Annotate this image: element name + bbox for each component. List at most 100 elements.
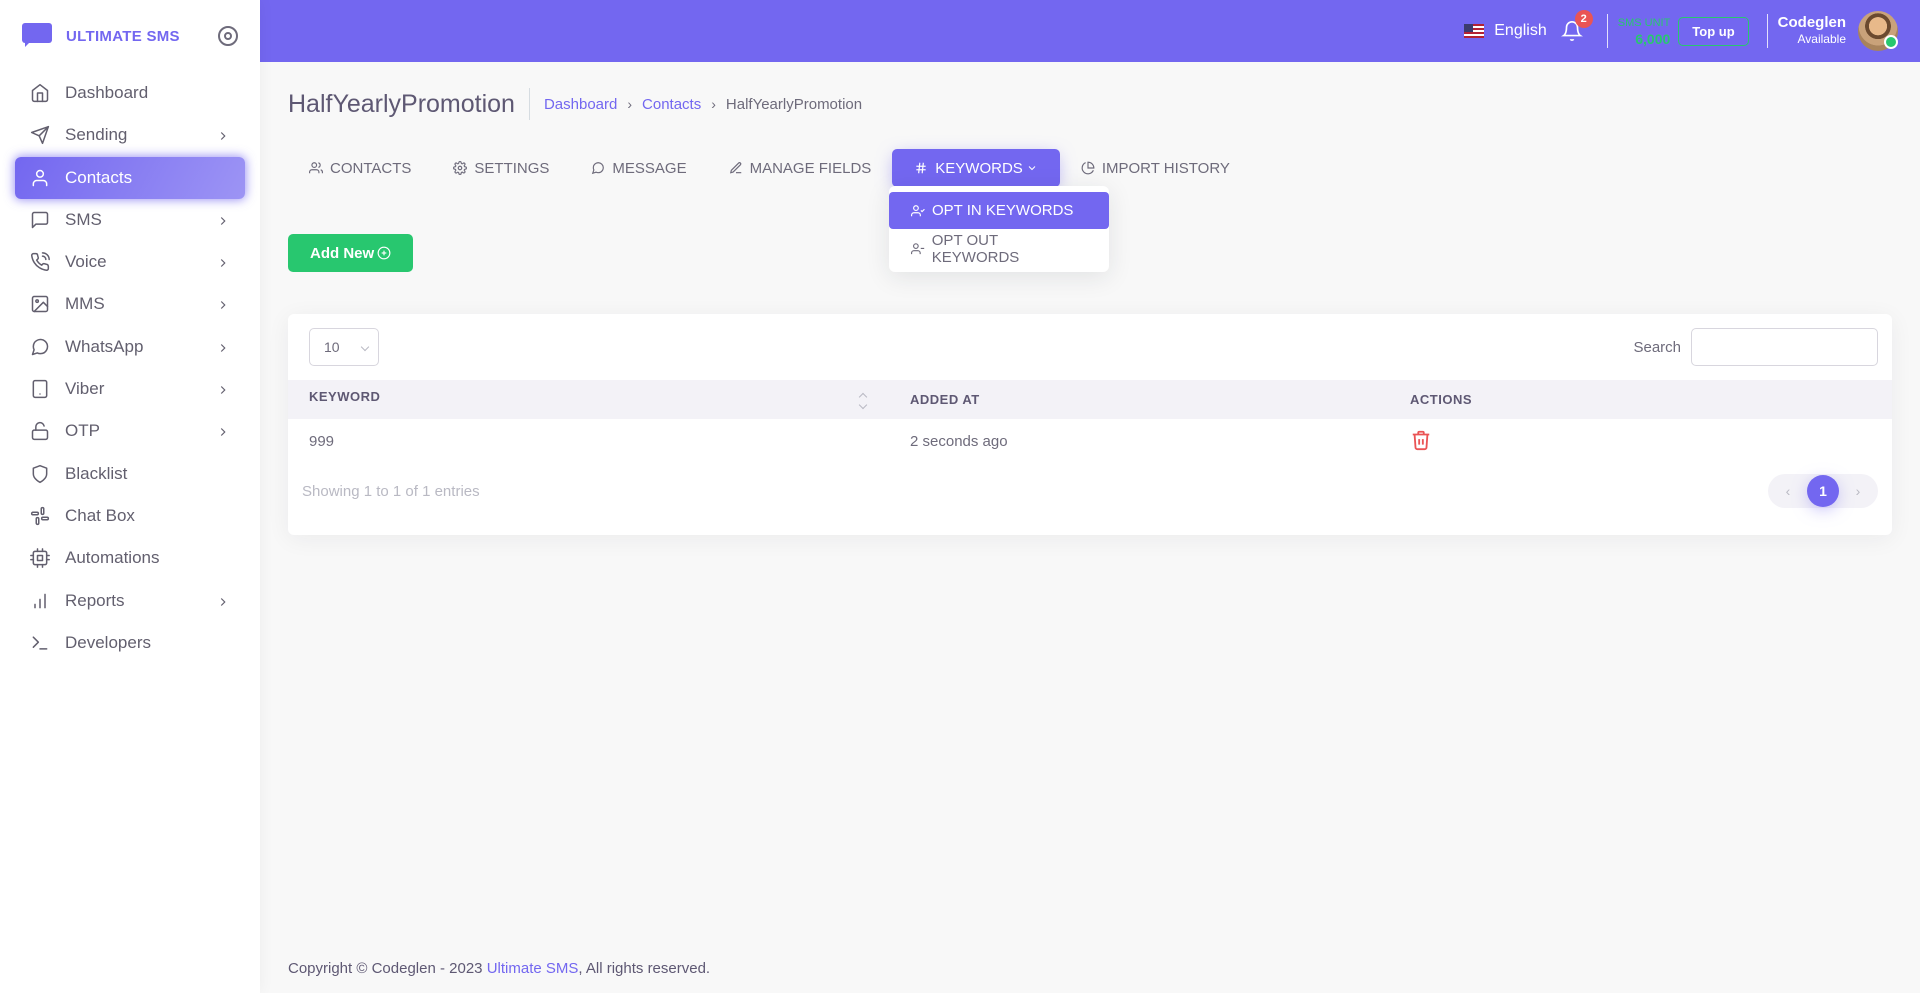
chevron-right-icon bbox=[216, 297, 230, 311]
language-selector[interactable]: English bbox=[1464, 22, 1547, 40]
sidebar-item-dashboard[interactable]: Dashboard bbox=[15, 72, 245, 114]
pagination: ‹ 1 › bbox=[1768, 474, 1878, 508]
breadcrumb-contacts[interactable]: Contacts bbox=[642, 96, 701, 113]
search-label: Search bbox=[1633, 338, 1681, 356]
sidebar-item-voice[interactable]: Voice bbox=[15, 241, 245, 283]
tabs: CONTACTS SETTINGS MESSAGE MANAGE FIELDS KEYW… bbox=[288, 147, 1892, 189]
sidebar-item-blacklist[interactable]: Blacklist bbox=[15, 453, 245, 495]
sidebar-item-label: OTP bbox=[65, 421, 100, 441]
sidebar-item-label: WhatsApp bbox=[65, 336, 144, 356]
table-controls: 10 Search bbox=[288, 314, 1892, 380]
breadcrumb-current: HalfYearlyPromotion bbox=[725, 95, 863, 113]
table-footer: Showing 1 to 1 of 1 entries ‹ 1 › bbox=[288, 474, 1892, 508]
breadcrumb-dashboard[interactable]: Dashboard bbox=[544, 96, 617, 113]
top-navbar: English 2 SMS UNIT 6,000 Top up Codeglen… bbox=[260, 0, 1920, 62]
cell-keyword: 999 bbox=[309, 433, 335, 450]
edit-icon bbox=[729, 162, 741, 174]
shield-icon bbox=[30, 464, 50, 484]
sidebar-item-label: Automations bbox=[65, 548, 160, 568]
avatar[interactable] bbox=[1858, 11, 1898, 51]
home-icon bbox=[30, 83, 50, 103]
sidebar-item-whatsapp[interactable]: WhatsApp bbox=[15, 326, 245, 368]
navbar-divider bbox=[1606, 14, 1608, 48]
language-label: English bbox=[1494, 22, 1547, 39]
dropdown-item-opt-in-keywords[interactable]: OPT IN KEYWORDS bbox=[889, 192, 1109, 229]
tab-message[interactable]: MESSAGE bbox=[570, 149, 707, 187]
cell-actions bbox=[1389, 419, 1892, 464]
main-content: HalfYearlyPromotion Dashboard › Contacts… bbox=[288, 62, 1892, 535]
table-search: Search bbox=[1633, 328, 1878, 366]
sidebar-item-label: Blacklist bbox=[65, 463, 128, 483]
dropdown-item-opt-out-keywords[interactable]: OPT OUT KEYWORDS bbox=[889, 230, 1109, 267]
tab-contacts[interactable]: CONTACTS bbox=[288, 149, 432, 187]
user-info[interactable]: Codeglen Available bbox=[1778, 14, 1846, 48]
column-header-keyword[interactable]: KEYWORD bbox=[288, 380, 889, 419]
tab-keywords[interactable]: KEYWORDS bbox=[892, 149, 1060, 187]
footer-link[interactable]: Ultimate SMS bbox=[487, 960, 579, 977]
hash-icon bbox=[916, 162, 926, 174]
pagination-next[interactable]: › bbox=[1842, 475, 1874, 507]
sidebar-item-developers[interactable]: Developers bbox=[15, 622, 245, 664]
user-minus-icon bbox=[911, 242, 925, 254]
message-circle-icon bbox=[30, 337, 50, 357]
chevron-right-icon bbox=[216, 255, 230, 269]
page-length-select[interactable]: 10 bbox=[309, 328, 379, 366]
tab-settings[interactable]: SETTINGS bbox=[432, 149, 570, 187]
brand[interactable]: ULTIMATE SMS bbox=[0, 0, 260, 72]
trash-icon bbox=[1412, 430, 1430, 450]
breadcrumb: Dashboard › Contacts › HalfYearlyPromoti… bbox=[544, 96, 862, 113]
tab-manage-fields[interactable]: MANAGE FIELDS bbox=[708, 149, 893, 187]
sidebar-item-contacts[interactable]: Contacts bbox=[15, 156, 245, 199]
content-header: HalfYearlyPromotion Dashboard › Contacts… bbox=[288, 62, 1892, 146]
sidebar-toggle-icon[interactable] bbox=[218, 26, 238, 46]
sms-unit-value: 6,000 bbox=[1635, 31, 1671, 47]
user-name: Codeglen bbox=[1777, 14, 1846, 31]
sidebar-item-mms[interactable]: MMS bbox=[15, 283, 245, 325]
send-icon bbox=[30, 125, 50, 145]
chevron-right-icon bbox=[216, 340, 230, 354]
sidebar-item-label: Contacts bbox=[65, 167, 133, 187]
sidebar-item-reports[interactable]: Reports bbox=[15, 580, 245, 622]
image-icon bbox=[30, 294, 50, 314]
sidebar-item-automations[interactable]: Automations bbox=[15, 537, 245, 579]
page-length-value: 10 bbox=[324, 339, 340, 355]
notification-badge: 2 bbox=[1574, 10, 1593, 28]
sms-unit: SMS UNIT 6,000 bbox=[1618, 15, 1671, 47]
users-icon bbox=[309, 162, 323, 174]
topup-button[interactable]: Top up bbox=[1678, 16, 1749, 46]
table-info: Showing 1 to 1 of 1 entries bbox=[302, 482, 480, 500]
sidebar-item-label: Dashboard bbox=[65, 83, 149, 102]
sidebar-item-label: Viber bbox=[65, 379, 105, 399]
tab-import-history[interactable]: IMPORT HISTORY bbox=[1060, 149, 1251, 187]
pagination-prev[interactable]: ‹ bbox=[1772, 475, 1804, 507]
sidebar-menu: Dashboard Sending Contacts SMS Voice MMS Whats… bbox=[0, 72, 260, 664]
chevron-right-icon bbox=[216, 128, 230, 142]
tab-label: SETTINGS bbox=[474, 159, 550, 177]
tablet-icon bbox=[30, 379, 50, 399]
navbar-divider bbox=[1766, 14, 1768, 48]
footer-rights: , All rights reserved. bbox=[578, 960, 711, 977]
sidebar-item-chat-box[interactable]: Chat Box bbox=[15, 495, 245, 537]
sidebar-item-label: SMS bbox=[65, 209, 102, 229]
cpu-icon bbox=[30, 548, 50, 569]
add-new-button[interactable]: Add New bbox=[288, 234, 414, 272]
dropdown-item-label: OPT IN KEYWORDS bbox=[932, 202, 1074, 219]
notifications-button[interactable]: 2 bbox=[1560, 10, 1593, 42]
pagination-page[interactable]: 1 bbox=[1807, 475, 1839, 507]
delete-button[interactable] bbox=[1410, 430, 1432, 456]
sidebar-item-viber[interactable]: Viber bbox=[15, 368, 245, 410]
sidebar-item-sending[interactable]: Sending bbox=[15, 114, 245, 156]
tab-label: CONTACTS bbox=[330, 159, 412, 177]
search-input[interactable] bbox=[1691, 328, 1878, 366]
sidebar-item-label: Voice bbox=[65, 252, 107, 272]
settings-icon bbox=[453, 161, 468, 175]
chevron-right-icon bbox=[216, 594, 230, 608]
brand-name: ULTIMATE SMS bbox=[66, 27, 180, 45]
terminal-icon bbox=[30, 633, 50, 653]
us-flag-icon bbox=[1464, 24, 1485, 38]
sidebar-item-otp[interactable]: OTP bbox=[15, 410, 245, 452]
sidebar-item-sms[interactable]: SMS bbox=[15, 199, 245, 241]
chevron-right-icon: › bbox=[627, 96, 633, 112]
unlock-icon bbox=[30, 421, 50, 441]
pie-chart-icon bbox=[1081, 161, 1095, 175]
